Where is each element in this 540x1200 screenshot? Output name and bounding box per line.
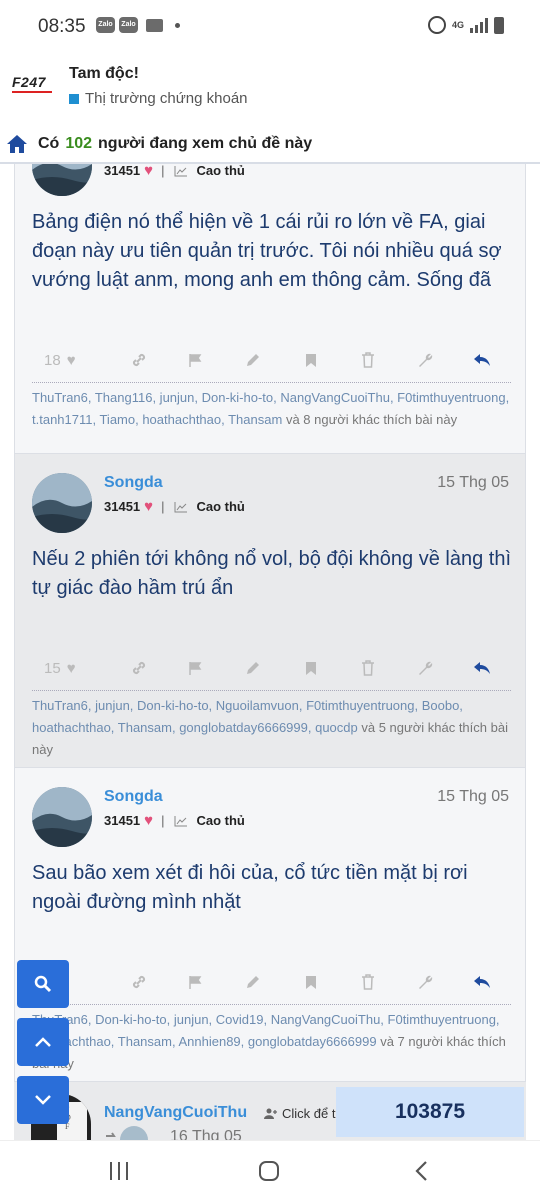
link-icon[interactable] <box>110 974 167 990</box>
follow-button[interactable]: Click để t <box>264 1106 335 1121</box>
rank-chart-icon <box>174 815 188 826</box>
chevron-down-icon <box>35 1095 51 1105</box>
scroll-up-button[interactable] <box>17 1018 69 1066</box>
recent-apps-icon[interactable] <box>108 1161 130 1181</box>
network-indicator: 4G <box>451 19 464 30</box>
delete-icon[interactable] <box>339 660 396 676</box>
avatar[interactable] <box>32 473 92 533</box>
bookmark-icon[interactable] <box>282 975 339 990</box>
flag-icon[interactable] <box>167 661 224 676</box>
post-actions: 15 ♥ <box>32 653 511 683</box>
wrench-icon[interactable] <box>396 660 453 676</box>
thread-title[interactable]: Tam độc! <box>69 65 139 83</box>
wrench-icon[interactable] <box>396 974 453 990</box>
post-actions: ♥ <box>32 967 511 997</box>
app-header: F247 Tam độc! Thị trường chứng khoán <box>0 54 540 126</box>
user-rank: Cao thủ <box>196 164 245 178</box>
flag-icon[interactable] <box>167 975 224 990</box>
reply-icon[interactable] <box>454 353 511 367</box>
post-username[interactable]: NangVangCuoiThu <box>104 1104 247 1122</box>
post: 31451 ♥ | Cao thủ Bảng điện nó thể hiện … <box>14 164 526 454</box>
signal-icon <box>470 17 488 33</box>
home-icon[interactable] <box>6 134 28 154</box>
delete-icon[interactable] <box>339 974 396 990</box>
post-body: Nếu 2 phiên tới không nổ vol, bộ đội khô… <box>32 548 512 599</box>
share-icons <box>104 1126 154 1140</box>
user-points: 31451 <box>104 813 141 828</box>
link-icon[interactable] <box>110 660 167 676</box>
reply-icon[interactable] <box>454 661 511 675</box>
post: Songda 15 Thg 05 31451 ♥ | Cao thủ Nếu 2… <box>14 454 526 768</box>
heart-icon: ♥ <box>144 812 154 829</box>
post-actions: 18 ♥ <box>32 345 511 375</box>
user-points: 31451 <box>104 499 141 514</box>
likers-tail: và 8 người khác thích bài này <box>285 412 458 427</box>
post: Songda 15 Thg 05 31451 ♥ | Cao thủ Sau b… <box>14 768 526 1082</box>
wrench-icon[interactable] <box>396 352 453 368</box>
more-notifications-dot <box>175 22 180 28</box>
viewers-suffix: người đang xem chủ đề này <box>98 135 313 152</box>
likes-summary: ThuTran6, Thang116, junjun, Don-ki-ho-to… <box>32 382 511 431</box>
viewers-bar: Có 102 người đang xem chủ đề này <box>0 126 540 164</box>
forum-category[interactable]: Thị trường chứng khoán <box>69 90 248 107</box>
rank-chart-icon <box>174 165 188 176</box>
post-body: Sau bão xem xét đi hôi của, cổ tức tiền … <box>32 862 468 913</box>
category-label: Thị trường chứng khoán <box>85 90 248 107</box>
like-button[interactable]: 15 ♥ <box>32 660 110 677</box>
status-bar: 08:35 Zalo Zalo 4G <box>0 0 540 54</box>
system-icons: 4G <box>427 16 504 34</box>
post-date[interactable]: 15 Thg 05 <box>437 788 509 806</box>
site-logo[interactable]: F247 <box>12 74 56 100</box>
search-button[interactable] <box>17 960 69 1008</box>
avatar[interactable] <box>32 787 92 847</box>
edit-icon[interactable] <box>225 660 282 676</box>
likes-summary: ThuTran6, junjun, Don-ki-ho-to, Nguoilam… <box>32 690 511 761</box>
rank-chart-icon <box>174 501 188 512</box>
home-button-icon[interactable] <box>258 1160 280 1182</box>
user-meta: 31451 ♥ | Cao thủ <box>104 812 245 829</box>
reply-icon[interactable] <box>454 975 511 989</box>
notification-icons: Zalo Zalo <box>96 17 180 33</box>
likes-summary: ThuTran6, Don-ki-ho-to, junjun, Covid19,… <box>32 1004 511 1075</box>
zalo-icon: Zalo <box>96 17 115 33</box>
chevron-up-icon <box>35 1037 51 1047</box>
edit-icon[interactable] <box>225 352 282 368</box>
user-rank: Cao thủ <box>196 499 245 514</box>
posts-list: 31451 ♥ | Cao thủ Bảng điện nó thể hiện … <box>0 164 540 1140</box>
battery-icon <box>494 16 504 34</box>
scroll-down-button[interactable] <box>17 1076 69 1124</box>
category-color-icon <box>69 93 79 104</box>
avatar[interactable] <box>32 164 92 196</box>
heart-icon: ♥ <box>144 164 154 179</box>
post-date[interactable]: 16 Thg 05 <box>170 1128 242 1140</box>
bookmark-icon[interactable] <box>282 661 339 676</box>
post-body: Bảng điện nó thể hiện về 1 cái rủi ro lớ… <box>32 211 502 291</box>
status-time: 08:35 <box>38 16 86 37</box>
viewers-count: 102 <box>65 135 93 152</box>
post-date[interactable]: 15 Thg 05 <box>437 474 509 492</box>
like-button[interactable]: 18 ♥ <box>32 352 110 369</box>
bookmark-icon[interactable] <box>282 353 339 368</box>
user-meta: 31451 ♥ | Cao thủ <box>104 164 245 179</box>
user-meta: 31451 ♥ | Cao thủ <box>104 498 245 515</box>
user-rank: Cao thủ <box>196 813 245 828</box>
system-nav-bar <box>0 1140 540 1200</box>
heart-icon: ♥ <box>144 498 154 515</box>
post-username[interactable]: Songda <box>104 474 163 492</box>
flag-icon[interactable] <box>167 353 224 368</box>
viewers-prefix: Có <box>38 135 60 152</box>
zalo-icon: Zalo <box>119 17 138 33</box>
post-username[interactable]: Songda <box>104 788 163 806</box>
link-icon[interactable] <box>110 352 167 368</box>
search-icon <box>34 975 52 993</box>
mail-icon <box>146 18 163 32</box>
delete-icon[interactable] <box>339 352 396 368</box>
alarm-icon <box>427 16 446 34</box>
views-counter: 103875 <box>336 1087 524 1137</box>
user-add-icon <box>264 1108 277 1119</box>
user-points: 31451 <box>104 164 141 178</box>
edit-icon[interactable] <box>225 974 282 990</box>
back-icon[interactable] <box>414 1160 428 1182</box>
